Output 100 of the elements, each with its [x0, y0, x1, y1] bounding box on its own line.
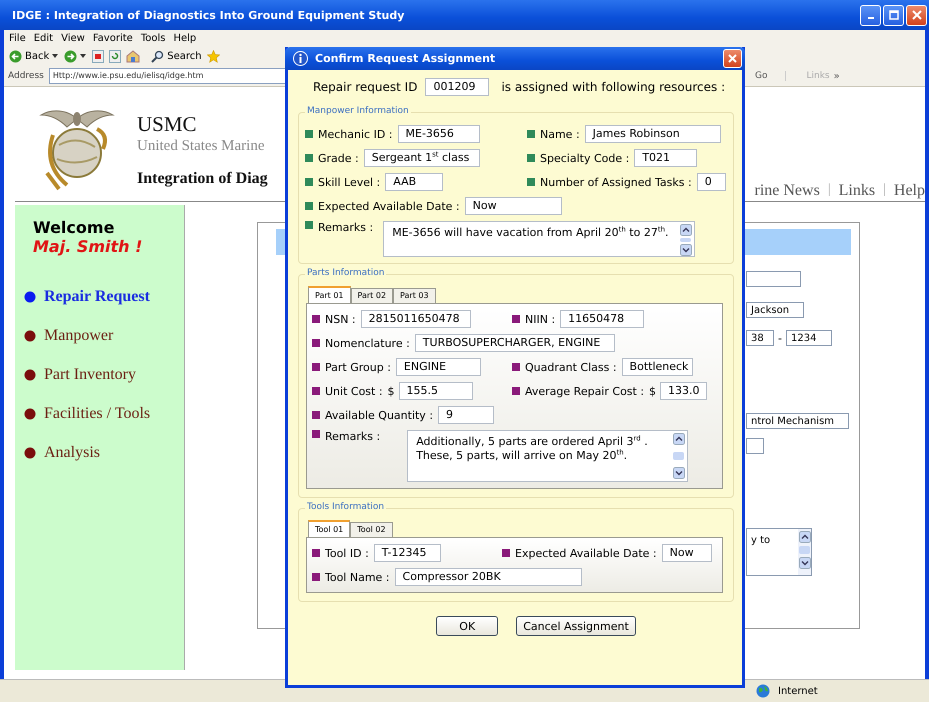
field-label: Remarks : — [325, 430, 380, 443]
bullet-icon — [512, 315, 520, 323]
menu-item[interactable]: View — [61, 33, 85, 44]
input-field[interactable]: 133.0 — [660, 382, 708, 400]
caret-icon[interactable] — [80, 54, 88, 59]
input-field[interactable]: ENGINE — [396, 358, 481, 376]
input-field[interactable]: 1234 — [786, 330, 832, 346]
dialog-button[interactable]: Cancel Assignment — [516, 616, 636, 636]
scroll-thumb[interactable] — [673, 452, 684, 460]
input-field[interactable]: T021 — [634, 149, 698, 167]
menu-item[interactable]: Favorite — [92, 33, 133, 44]
dialog-button[interactable]: OK — [436, 616, 498, 636]
tab[interactable]: Part 02 — [350, 288, 394, 303]
input-field[interactable]: 11650478 — [560, 310, 644, 328]
menu-item[interactable]: Help — [173, 33, 196, 44]
scrollbar[interactable] — [798, 529, 811, 575]
search-button[interactable]: Search — [151, 50, 202, 63]
tab[interactable]: Part 01 — [308, 286, 351, 303]
site-subtitle: United States Marine — [137, 138, 266, 155]
close-button[interactable] — [723, 49, 742, 68]
sidebar-item[interactable]: Part Inventory — [24, 364, 184, 386]
nav-link[interactable]: rine News — [754, 182, 820, 200]
address-label: Address — [8, 71, 44, 81]
scroll-down-icon[interactable] — [672, 467, 685, 479]
input-field[interactable] — [746, 438, 764, 454]
scrollbar[interactable] — [679, 224, 692, 256]
nav-link[interactable]: Links — [838, 182, 876, 200]
maximize-button[interactable] — [883, 4, 904, 26]
input-field[interactable] — [746, 271, 801, 287]
input-field[interactable]: Compressor 20BK — [394, 568, 582, 586]
scrollbar[interactable] — [672, 433, 686, 479]
sidebar-item[interactable]: Analysis — [24, 442, 184, 464]
input-field[interactable]: T-12345 — [374, 544, 441, 562]
stop-icon[interactable] — [92, 50, 104, 63]
caret-icon[interactable] — [52, 54, 60, 59]
nav-link[interactable]: Help — [894, 182, 925, 200]
field-label: Expected Available Date : — [318, 200, 460, 212]
input-field[interactable]: 155.5 — [398, 382, 473, 400]
go-button[interactable]: Go — [755, 71, 786, 81]
bullet-icon — [312, 315, 320, 323]
menu-item[interactable]: Edit — [34, 33, 54, 44]
field-label: Unit Cost : — [325, 384, 383, 398]
input-field[interactable]: TURBOSUPERCHARGER, ENGINE — [414, 334, 615, 352]
sidebar-item[interactable]: Manpower — [24, 325, 184, 347]
text-area[interactable]: y to — [746, 528, 812, 576]
input-field[interactable]: 2815011650478 — [360, 310, 471, 328]
back-arrow-icon — [9, 50, 22, 63]
minimize-button[interactable] — [860, 4, 881, 26]
request-id-field[interactable]: 001209 — [425, 78, 490, 96]
field-label: NSN : — [325, 312, 356, 326]
currency-symbol: $ — [649, 384, 656, 398]
tab[interactable]: Tool 02 — [350, 522, 393, 537]
close-button[interactable] — [906, 4, 927, 26]
scroll-up-icon[interactable] — [680, 224, 692, 236]
scroll-down-icon[interactable] — [680, 244, 692, 256]
back-button[interactable]: Back — [9, 50, 50, 63]
input-field[interactable]: Bottleneck — [622, 358, 693, 376]
input-field[interactable]: Now — [464, 197, 562, 215]
home-icon[interactable] — [126, 50, 140, 63]
input-field[interactable]: AAB — [385, 173, 444, 191]
text-area[interactable]: ME-3656 will have vacation from April 20$^{th}$ to 27$^{th}$. — [383, 221, 696, 257]
bullet-icon — [305, 221, 313, 229]
tab[interactable]: Part 03 — [393, 288, 436, 303]
input-field[interactable]: Now — [662, 544, 712, 562]
scroll-up-icon[interactable] — [798, 531, 810, 543]
tab[interactable]: Tool 01 — [308, 520, 350, 537]
user-name: Maj. Smith ! — [33, 237, 144, 256]
links-more-button[interactable]: » — [834, 70, 840, 82]
dash-text: - — [778, 332, 782, 344]
star-icon[interactable] — [206, 50, 220, 63]
scroll-down-icon[interactable] — [798, 557, 810, 569]
field-label: Name : — [540, 128, 580, 140]
menu-item[interactable]: File — [9, 33, 26, 44]
input-field[interactable]: Sergeant 1$^{st}$ class — [364, 149, 480, 167]
input-field[interactable]: 0 — [696, 173, 726, 191]
nav-separator: | — [828, 182, 831, 199]
sidebar-item[interactable]: Repair Request — [24, 286, 184, 308]
forward-arrow-icon — [64, 50, 78, 63]
bullet-icon — [24, 291, 36, 303]
field-label: Tool ID : — [325, 546, 369, 560]
scroll-up-icon[interactable] — [672, 433, 685, 445]
text-area[interactable]: Additionally, 5 parts are ordered April 3$^{rd}$ . These, 5 parts, will arrive on May 20$^{th}$. — [407, 430, 688, 482]
refresh-icon[interactable] — [109, 50, 122, 63]
input-field[interactable]: 38 — [746, 330, 774, 346]
input-field[interactable]: James Robinson — [584, 125, 721, 143]
scroll-thumb[interactable] — [799, 546, 810, 554]
input-field[interactable]: Jackson — [746, 302, 804, 318]
project-title: Integration of Diag — [137, 170, 268, 188]
scroll-thumb[interactable] — [680, 238, 692, 242]
input-field[interactable]: ME-3656 — [398, 125, 480, 143]
input-field[interactable]: ntrol Mechanism — [746, 413, 849, 429]
bullet-icon — [312, 387, 320, 395]
field-label: Specialty Code : — [540, 152, 630, 164]
input-field[interactable]: 9 — [438, 406, 494, 424]
sidebar-item[interactable]: Facilities / Tools — [24, 403, 184, 425]
bullet-icon — [305, 178, 313, 186]
zone-label: Internet — [778, 686, 818, 696]
menu-item[interactable]: Tools — [140, 33, 166, 44]
field-label: NIIN : — [525, 312, 556, 326]
bullet-icon — [527, 154, 535, 162]
